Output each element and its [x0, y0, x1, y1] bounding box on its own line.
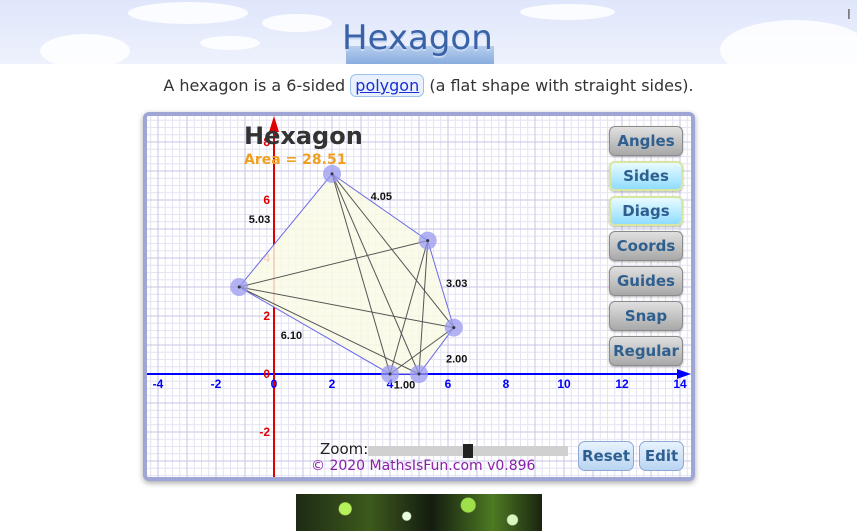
corner-glyph: I: [847, 8, 851, 23]
zoom-label: Zoom:: [320, 440, 369, 458]
polygon-link[interactable]: polygon: [350, 74, 425, 97]
x-tick-label: 12: [615, 377, 629, 391]
toggle-coords-button[interactable]: Coords: [609, 231, 683, 261]
cloud-decoration: [40, 34, 130, 64]
side-length-label: 6.10: [281, 330, 302, 342]
toggle-snap-button[interactable]: Snap: [609, 301, 683, 331]
vertex-dot: [237, 285, 241, 289]
intro-text-after: (a flat shape with straight sides).: [424, 76, 694, 95]
app-title: Hexagon: [244, 122, 363, 150]
toggle-diags-button[interactable]: Diags: [609, 196, 683, 226]
y-tick-label: 6: [263, 193, 270, 207]
intro-text: A hexagon is a 6-sided polygon (a flat s…: [0, 74, 857, 97]
vertex-dot: [452, 326, 456, 330]
vertex-dot: [417, 372, 421, 376]
cloud-decoration: [262, 14, 332, 32]
intro-text-before: A hexagon is a 6-sided: [163, 76, 351, 95]
side-length-label: 1.00: [394, 380, 415, 392]
site-header: Hexagon I: [0, 0, 857, 64]
side-length-label: 2.00: [446, 353, 467, 365]
vertex-dot: [330, 172, 334, 176]
x-tick-label: -4: [153, 377, 164, 391]
toggle-regular-button[interactable]: Regular: [609, 336, 683, 366]
y-tick-label: -2: [259, 425, 270, 439]
x-tick-label: 14: [673, 377, 687, 391]
hexagon-app: -4-20246810121486420-24.053.032.001.006.…: [143, 112, 695, 481]
cloud-decoration: [128, 2, 248, 24]
area-readout: Area = 28.51: [244, 152, 347, 168]
cloud-decoration: [520, 4, 615, 20]
x-tick-label: -2: [211, 377, 222, 391]
zoom-slider-thumb[interactable]: [463, 444, 473, 458]
side-length-label: 4.05: [371, 191, 392, 203]
y-tick-label: 2: [263, 309, 270, 323]
cloud-decoration: [200, 36, 260, 50]
edit-button[interactable]: Edit: [639, 441, 684, 471]
side-length-label: 3.03: [446, 278, 467, 290]
x-tick-label: 0: [271, 377, 278, 391]
toggle-guides-button[interactable]: Guides: [609, 266, 683, 296]
vertex-dot: [426, 239, 430, 243]
toggle-sides-button[interactable]: Sides: [609, 161, 683, 191]
vertex-dot: [388, 372, 392, 376]
x-tick-label: 2: [329, 377, 336, 391]
site-title: Hexagon: [342, 18, 493, 58]
toggle-angles-button[interactable]: Angles: [609, 126, 683, 156]
x-tick-label: 6: [445, 377, 452, 391]
bottom-image: [296, 494, 542, 531]
y-tick-label: 0: [263, 367, 270, 381]
x-tick-label: 10: [557, 377, 571, 391]
cloud-decoration: [720, 20, 857, 64]
copyright-text: © 2020 MathsIsFun.com v0.896: [311, 458, 536, 474]
reset-button[interactable]: Reset: [578, 441, 634, 471]
x-tick-label: 8: [503, 377, 510, 391]
side-length-label: 5.03: [249, 214, 270, 226]
